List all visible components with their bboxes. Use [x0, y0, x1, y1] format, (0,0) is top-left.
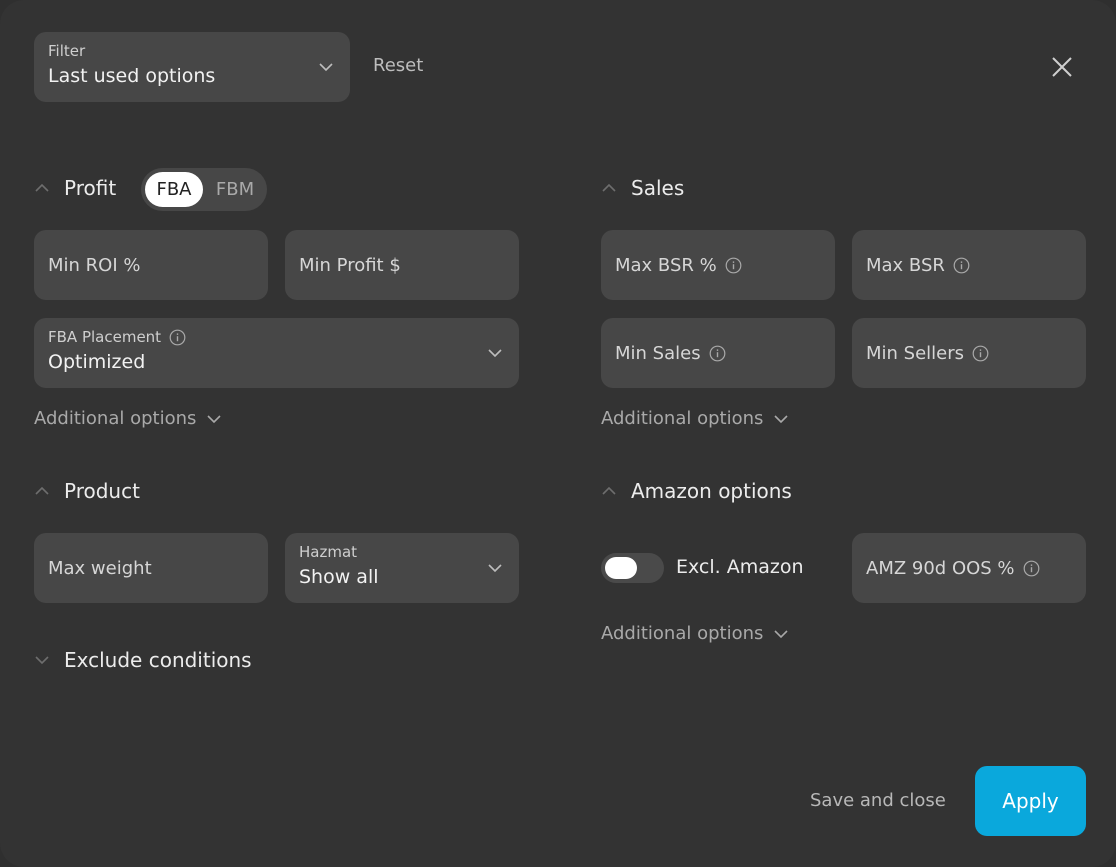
info-icon[interactable] [953, 257, 970, 274]
filter-label: Filter [48, 42, 86, 60]
chevron-down-icon [488, 564, 502, 573]
chevron-down-icon [35, 656, 49, 665]
fba-option[interactable]: FBA [145, 172, 203, 207]
amazon-additional-options[interactable]: Additional options [601, 623, 789, 644]
max-bsr-placeholder: Max BSR [866, 254, 945, 276]
filter-select[interactable]: Filter Last used options [34, 32, 350, 102]
profit-title: Profit [64, 176, 117, 200]
amazon-additional-options-label: Additional options [601, 623, 764, 644]
amz-oos-placeholder-wrap: AMZ 90d OOS % [866, 533, 1040, 603]
excl-amazon-label: Excl. Amazon [676, 556, 804, 578]
info-icon[interactable] [1023, 560, 1040, 577]
hazmat-select[interactable]: Hazmat Show all [285, 533, 519, 603]
sales-title: Sales [631, 176, 685, 200]
chevron-down-icon [774, 414, 788, 423]
max-bsr-placeholder-wrap: Max BSR [866, 230, 970, 300]
sales-additional-options[interactable]: Additional options [601, 408, 789, 429]
exclude-section-header[interactable]: Exclude conditions [34, 648, 252, 672]
hazmat-value: Show all [299, 566, 379, 588]
excl-amazon-toggle[interactable] [601, 553, 664, 583]
min-sellers-placeholder-wrap: Min Sellers [866, 318, 989, 388]
max-weight-placeholder: Max weight [48, 557, 152, 579]
info-icon[interactable] [725, 257, 742, 274]
chevron-down-icon [774, 629, 788, 638]
amazon-section-header[interactable]: Amazon options [601, 479, 792, 503]
filter-value: Last used options [48, 65, 216, 87]
min-sellers-input[interactable]: Min Sellers [852, 318, 1086, 388]
product-section-header[interactable]: Product [34, 479, 140, 503]
amz-oos-placeholder: AMZ 90d OOS % [866, 557, 1015, 579]
min-profit-placeholder: Min Profit $ [299, 254, 401, 276]
info-icon[interactable] [972, 345, 989, 362]
info-icon[interactable] [169, 329, 186, 346]
max-bsr-pct-placeholder: Max BSR % [615, 254, 717, 276]
min-roi-input[interactable]: Min ROI % [34, 230, 268, 300]
fba-placement-value: Optimized [48, 351, 146, 373]
chevron-up-icon [602, 486, 616, 495]
chevron-down-icon [207, 414, 221, 423]
amazon-title: Amazon options [631, 479, 792, 503]
reset-button[interactable]: Reset [373, 55, 423, 76]
profit-section-header[interactable]: Profit [34, 176, 116, 200]
amz-oos-input[interactable]: AMZ 90d OOS % [852, 533, 1086, 603]
hazmat-label: Hazmat [299, 543, 358, 561]
min-sales-placeholder: Min Sales [615, 342, 701, 364]
product-title: Product [64, 479, 140, 503]
max-bsr-pct-input[interactable]: Max BSR % [601, 230, 835, 300]
filter-modal: Filter Last used options Reset Profit FB… [0, 0, 1116, 867]
fba-placement-select[interactable]: FBA Placement Optimized [34, 318, 519, 388]
min-sellers-placeholder: Min Sellers [866, 342, 965, 364]
fba-placement-label-wrap: FBA Placement [48, 328, 186, 346]
min-sales-input[interactable]: Min Sales [601, 318, 835, 388]
sales-section-header[interactable]: Sales [601, 176, 684, 200]
info-icon[interactable] [709, 345, 726, 362]
profit-additional-options[interactable]: Additional options [34, 408, 222, 429]
max-bsr-pct-placeholder-wrap: Max BSR % [615, 230, 742, 300]
exclude-title: Exclude conditions [64, 648, 252, 672]
fba-placement-label: FBA Placement [48, 328, 162, 346]
chevron-down-icon [488, 349, 502, 358]
min-profit-input[interactable]: Min Profit $ [285, 230, 519, 300]
chevron-up-icon [35, 486, 49, 495]
max-weight-input[interactable]: Max weight [34, 533, 268, 603]
max-bsr-input[interactable]: Max BSR [852, 230, 1086, 300]
chevron-up-icon [35, 183, 49, 192]
min-roi-placeholder: Min ROI % [48, 254, 141, 276]
sales-additional-options-label: Additional options [601, 408, 764, 429]
apply-button[interactable]: Apply [975, 766, 1086, 836]
close-icon[interactable] [1048, 53, 1076, 81]
fbm-option[interactable]: FBM [207, 172, 263, 207]
toggle-knob [605, 557, 637, 579]
chevron-down-icon [319, 63, 333, 72]
chevron-up-icon [602, 183, 616, 192]
profit-additional-options-label: Additional options [34, 408, 197, 429]
fulfillment-toggle: FBA FBM [141, 168, 267, 211]
min-sales-placeholder-wrap: Min Sales [615, 318, 726, 388]
save-and-close-button[interactable]: Save and close [810, 790, 946, 811]
